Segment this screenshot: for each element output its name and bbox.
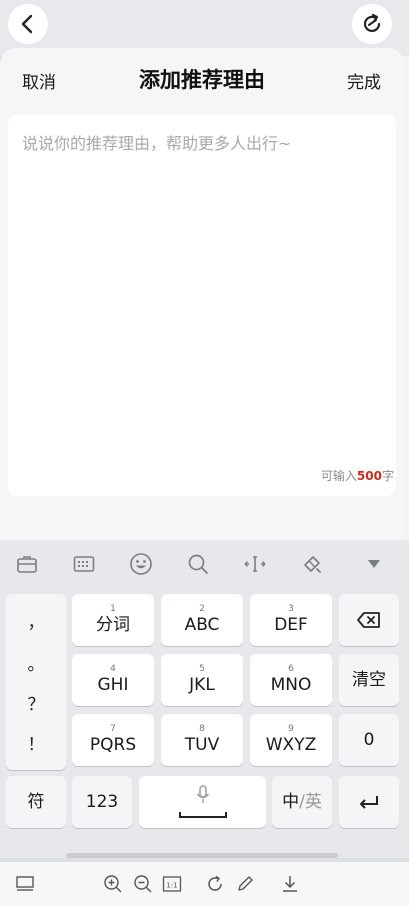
space-voice-key[interactable] — [139, 776, 266, 828]
search-icon[interactable] — [186, 552, 210, 576]
zero-label: 0 — [363, 730, 375, 750]
recommendation-sheet: 取消 添加推荐理由 完成 说说你的推荐理由，帮助更多人出行~ 可输入500字 — [0, 48, 404, 540]
refresh-share-button[interactable] — [352, 4, 392, 44]
key-label: WXYZ — [265, 735, 317, 755]
key-1-fenci[interactable]: 1 分词 — [72, 594, 154, 646]
zoom-out-icon[interactable] — [133, 874, 153, 894]
lang-en: 英 — [304, 792, 322, 812]
emoji-icon[interactable] — [129, 552, 153, 576]
punctuation-column[interactable]: ， 。 ？ ！ — [6, 594, 66, 770]
gesture-bar — [66, 853, 338, 858]
key-8-tuv[interactable]: 8 TUV — [161, 714, 243, 766]
key-label: GHI — [97, 675, 129, 695]
key-label: TUV — [184, 735, 220, 755]
key-label: PQRS — [89, 735, 137, 755]
key-label: JKL — [189, 675, 215, 695]
number-mode-label: 123 — [85, 792, 119, 812]
download-icon[interactable] — [280, 874, 300, 894]
zero-key[interactable]: 0 — [339, 714, 399, 766]
symbol-label: 符 — [27, 792, 45, 812]
key-digit: 1 — [110, 604, 116, 614]
language-label: 中/英 — [282, 791, 322, 813]
sheet-title: 添加推荐理由 — [139, 68, 265, 92]
key-3-def[interactable]: 3 DEF — [250, 594, 332, 646]
chevron-left-icon — [21, 14, 33, 34]
key-4-ghi[interactable]: 4 GHI — [72, 654, 154, 706]
punct-period-key[interactable]: 。 — [6, 650, 66, 675]
key-7-pqrs[interactable]: 7 PQRS — [72, 714, 154, 766]
reason-textarea[interactable]: 说说你的推荐理由，帮助更多人出行~ 可输入500字 — [8, 114, 396, 496]
key-digit: 8 — [199, 724, 205, 734]
bottom-toolbar: 1:1 — [0, 862, 409, 906]
keyboard-icon[interactable] — [72, 552, 96, 576]
briefcase-icon[interactable] — [15, 552, 39, 576]
actual-size-icon[interactable]: 1:1 — [162, 874, 182, 894]
key-label: ABC — [184, 615, 220, 635]
key-digit: 2 — [199, 604, 205, 614]
space-bar-icon — [179, 812, 227, 818]
refresh-icon — [363, 13, 381, 33]
punct-question-key[interactable]: ？ — [6, 690, 66, 715]
key-digit: 7 — [110, 724, 116, 734]
key-9-wxyz[interactable]: 9 WXYZ — [250, 714, 332, 766]
done-button[interactable]: 完成 — [347, 68, 381, 93]
zoom-in-icon[interactable] — [103, 874, 123, 894]
sheet-header: 取消 添加推荐理由 完成 — [0, 48, 404, 110]
key-label: DEF — [274, 615, 308, 635]
clear-label: 清空 — [352, 670, 386, 690]
pen-icon[interactable] — [235, 874, 255, 894]
keyboard: ， 。 ？ ！ 1 分词 2 ABC 3 DEF 4 GHI 5 JKL 6 M… — [0, 540, 409, 858]
key-digit: 4 — [110, 664, 116, 674]
backspace-key[interactable] — [339, 594, 399, 646]
key-digit: 9 — [288, 724, 294, 734]
language-switch-key[interactable]: 中/英 — [272, 776, 332, 828]
key-label: MNO — [270, 675, 312, 695]
key-digit: 6 — [288, 664, 294, 674]
key-2-abc[interactable]: 2 ABC — [161, 594, 243, 646]
counter-suffix: 字 — [381, 469, 394, 483]
key-digit: 3 — [288, 604, 294, 614]
counter-value: 500 — [356, 469, 382, 483]
backspace-icon — [357, 612, 380, 628]
collapse-keyboard-icon[interactable] — [362, 552, 386, 576]
enter-key[interactable] — [339, 776, 399, 828]
brush-icon[interactable] — [300, 552, 324, 576]
key-5-jkl[interactable]: 5 JKL — [161, 654, 243, 706]
key-6-mno[interactable]: 6 MNO — [250, 654, 332, 706]
textarea-placeholder: 说说你的推荐理由，帮助更多人出行~ — [22, 134, 292, 153]
punct-comma-key[interactable]: ， — [6, 608, 66, 633]
char-counter: 可输入500字 — [321, 467, 394, 484]
rotate-icon[interactable] — [205, 874, 225, 894]
layout-icon[interactable] — [15, 874, 35, 894]
enter-icon — [360, 796, 378, 809]
keyboard-toolbar — [0, 540, 409, 588]
key-digit: 5 — [199, 664, 205, 674]
lang-zh: 中 — [282, 792, 300, 812]
symbol-key[interactable]: 符 — [6, 776, 66, 828]
cursor-move-icon[interactable] — [243, 552, 267, 576]
number-mode-key[interactable]: 123 — [72, 776, 132, 828]
punct-exclaim-key[interactable]: ！ — [6, 730, 66, 755]
svg-text:1:1: 1:1 — [166, 882, 177, 890]
clear-key[interactable]: 清空 — [339, 654, 399, 706]
microphone-icon — [196, 785, 210, 803]
key-label: 分词 — [96, 615, 130, 635]
back-button[interactable] — [8, 4, 48, 44]
counter-prefix: 可输入 — [320, 469, 357, 483]
